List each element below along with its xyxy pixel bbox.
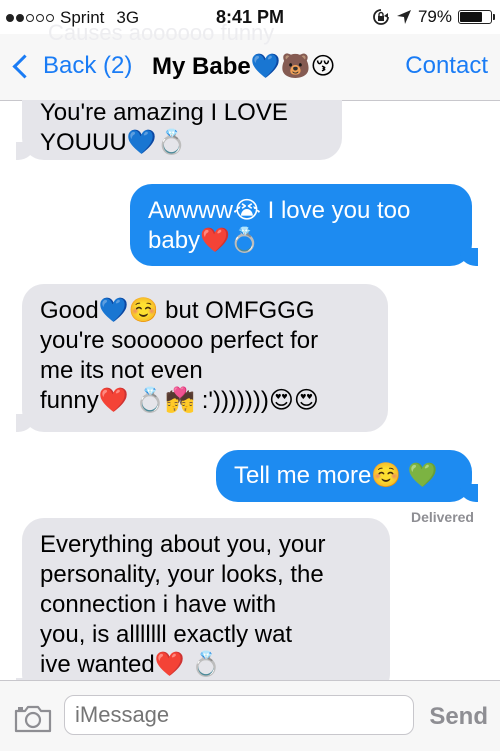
contact-button[interactable]: Contact (405, 52, 488, 80)
message-line: ive wanted❤️ 💍 (40, 651, 222, 678)
message-line: Tell me more☺️ 💚 (234, 462, 438, 489)
message-line: personality, your looks, the (40, 561, 324, 588)
back-button[interactable]: Back (2) (12, 52, 132, 80)
message-line: connection i have with (40, 591, 277, 618)
message-line: YOUUU💙💍 (40, 129, 187, 156)
message-line: You're amazing I LOVE (40, 100, 288, 126)
message-bubble-received[interactable]: You're amazing I LOVE YOUUU💙💍 (16, 100, 342, 160)
scrolled-ghost-text: Causes aoooooo funny (48, 20, 275, 45)
message-thread[interactable]: You're amazing I LOVE YOUUU💙💍 Awwww😭 I l… (0, 100, 500, 680)
message-line: me its not even (40, 357, 203, 384)
message-line: you, is alllllll exactly wat (40, 621, 293, 648)
message-input-bar: Send (0, 680, 500, 751)
camera-icon[interactable] (13, 705, 53, 733)
message-bubble-received[interactable]: Everything about you, your personality, … (16, 518, 390, 680)
location-arrow-icon (396, 10, 411, 24)
send-button[interactable]: Send (429, 703, 488, 731)
imessage-input[interactable] (64, 695, 414, 735)
message-line: Everything about you, your (40, 531, 326, 558)
message-line: Good💙☺️ but OMFGGG (40, 297, 315, 324)
conversation-title: My Babe💙🐻😚 (152, 53, 336, 80)
message-line: you're soooooo perfect for (40, 327, 319, 354)
battery-percent: 79% (417, 7, 452, 26)
message-line: Awwww😭 I love you too (148, 197, 411, 224)
message-bubble-received[interactable]: Good💙☺️ but OMFGGG you're soooooo perfec… (16, 284, 388, 432)
message-bubble-sent[interactable]: Tell me more☺️ 💚 (216, 450, 478, 502)
rotation-lock-icon (373, 9, 389, 25)
back-chevron-icon (12, 53, 37, 79)
status-right: 79% (372, 7, 495, 27)
message-line: funny❤️ 💍💏 :')))))))😍😍 (40, 387, 319, 414)
navigation-bar: Causes aoooooo funny Back (2) My Babe💙🐻😚… (0, 20, 500, 101)
message-line: baby❤️💍 (148, 227, 260, 254)
delivered-status: Delivered (410, 509, 474, 525)
battery-fill (460, 12, 482, 22)
message-bubble-sent[interactable]: Awwww😭 I love you too baby❤️💍 (130, 184, 478, 266)
back-label: Back (2) (43, 52, 133, 79)
battery-icon (458, 10, 495, 24)
